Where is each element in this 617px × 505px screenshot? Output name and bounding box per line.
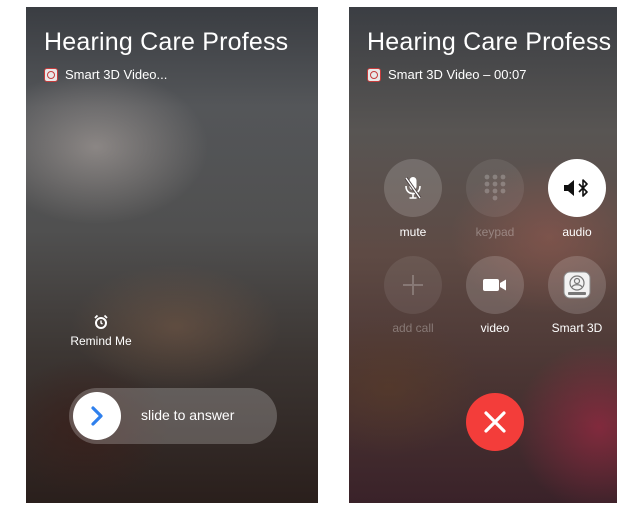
speaker-bluetooth-icon xyxy=(564,179,588,197)
active-call-screen: Hearing Care Profess Smart 3D Video – 00… xyxy=(349,7,617,503)
mic-slash-icon xyxy=(404,177,422,199)
chevron-right-icon xyxy=(91,406,103,426)
video-button[interactable] xyxy=(466,256,524,314)
add-call-button[interactable] xyxy=(384,256,442,314)
smart3d-app-icon xyxy=(44,67,58,82)
caller-name: Hearing Care Profess xyxy=(44,28,289,56)
mute-button[interactable] xyxy=(384,159,442,217)
remind-me-button[interactable]: Remind Me xyxy=(66,314,136,348)
caller-name: Hearing Care Profess xyxy=(367,28,612,56)
video-label: video xyxy=(480,321,510,335)
keypad-button[interactable] xyxy=(466,159,524,217)
remind-me-label: Remind Me xyxy=(70,334,132,348)
keypad-icon xyxy=(484,174,506,201)
video-camera-icon xyxy=(483,279,506,291)
keypad-label: keypad xyxy=(475,225,515,239)
smart3d-button[interactable] xyxy=(548,256,606,314)
smart3d-app-icon xyxy=(367,67,381,82)
slide-to-answer-label: slide to answer xyxy=(141,407,235,423)
add-call-label: add call xyxy=(392,321,434,335)
plus-icon xyxy=(403,275,423,295)
app-source-label: Smart 3D Video... xyxy=(65,67,168,82)
call-source-duration: Smart 3D Video – 00:07 xyxy=(388,67,527,82)
slider-knob[interactable] xyxy=(73,392,121,440)
alarm-clock-icon xyxy=(94,314,108,329)
mute-label: mute xyxy=(399,225,427,239)
app-source-row: Smart 3D Video... xyxy=(44,67,167,82)
close-x-icon xyxy=(484,411,506,433)
audio-button[interactable] xyxy=(548,159,606,217)
slide-to-answer-slider[interactable]: slide to answer xyxy=(69,388,277,444)
audio-label: audio xyxy=(562,225,592,239)
app-icon xyxy=(563,271,591,299)
app-source-row: Smart 3D Video – 00:07 xyxy=(367,67,527,82)
incoming-call-screen: Hearing Care Profess Smart 3D Video... R… xyxy=(26,7,318,503)
end-call-button[interactable] xyxy=(466,393,524,451)
smart3d-label: Smart 3D xyxy=(551,321,603,335)
